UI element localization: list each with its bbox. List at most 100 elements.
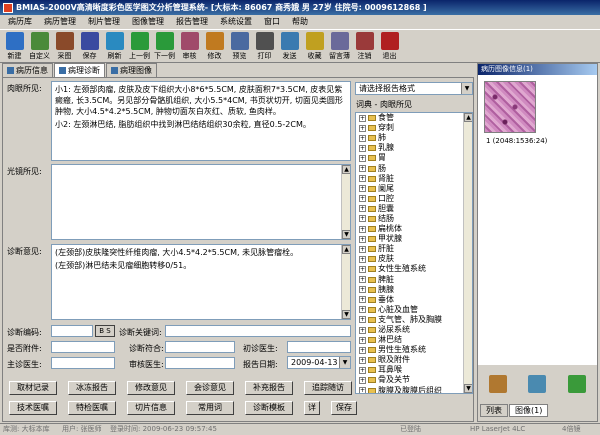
expand-icon[interactable]: + <box>359 255 366 263</box>
scroll-down-icon[interactable]: ▼ <box>464 384 472 393</box>
scroll-up-icon[interactable]: ▲ <box>342 165 350 174</box>
scroll-up-icon[interactable]: ▲ <box>464 113 472 122</box>
dictionary-item[interactable]: + 食管 <box>356 113 472 123</box>
expand-icon[interactable]: + <box>359 165 366 173</box>
expand-icon[interactable]: + <box>359 376 366 384</box>
expand-icon[interactable]: + <box>359 286 366 294</box>
toolbar-button-preview[interactable]: 预览 <box>227 30 252 63</box>
tab-list[interactable]: 列表 <box>480 404 508 417</box>
expand-icon[interactable]: + <box>359 235 366 243</box>
tab-images[interactable]: 图像(1) <box>509 404 549 417</box>
menu-item-case-library[interactable]: 病历库 <box>2 15 38 29</box>
expand-icon[interactable]: + <box>359 306 366 314</box>
dictionary-item[interactable]: + 脾脏 <box>356 275 472 285</box>
expand-icon[interactable]: + <box>359 124 366 132</box>
dictionary-item[interactable]: + 男性生殖系统 <box>356 345 472 355</box>
expand-icon[interactable]: + <box>359 366 366 374</box>
toolbar-button-favorite[interactable]: 收藏 <box>302 30 327 63</box>
expand-icon[interactable]: + <box>359 134 366 142</box>
menu-item-help[interactable]: 帮助 <box>286 15 314 29</box>
dictionary-item[interactable]: + 心脏及血管 <box>356 305 472 315</box>
dictionary-item[interactable]: + 胰腺 <box>356 285 472 295</box>
recycle-bin-icon[interactable] <box>568 375 587 393</box>
toolbar-button-next[interactable]: 下一例 <box>152 30 177 63</box>
dictionary-item[interactable]: + 肺 <box>356 133 472 143</box>
toolbar-button-save[interactable]: 保存 <box>77 30 102 63</box>
expand-icon[interactable]: + <box>359 215 366 223</box>
buttons-row2-button-0[interactable]: 技术医嘱 <box>9 401 57 415</box>
toolbar-button-edit[interactable]: 修改 <box>202 30 227 63</box>
toolbar-button-custom[interactable]: 自定义 <box>27 30 52 63</box>
dictionary-item[interactable]: + 泌尿系统 <box>356 325 472 335</box>
attending-doctor-field[interactable] <box>51 357 115 369</box>
diagnosis-match-field[interactable] <box>165 341 235 353</box>
dictionary-item[interactable]: + 肠 <box>356 163 472 173</box>
chevron-down-icon[interactable]: ▼ <box>339 357 350 368</box>
toolbar-button-message[interactable]: 留言薄 <box>327 30 352 63</box>
dictionary-item[interactable]: + 甲状腺 <box>356 234 472 244</box>
report-format-select[interactable]: 请选择报告格式 ▼ <box>355 82 473 95</box>
scroll-down-icon[interactable]: ▼ <box>342 230 350 239</box>
buttons-row2-button-2[interactable]: 切片信息 <box>127 401 175 415</box>
expand-icon[interactable]: + <box>359 154 366 162</box>
dictionary-tree[interactable]: ▲ ▼ + 食管 + 穿刺 + 肺 + 乳腺 + 胃 + 肠 + 肾脏 + 阑尾 + 口腔 + 胆囊 + 结肠 + 扁桃体 + 甲状腺… <box>355 112 473 394</box>
dictionary-item[interactable]: + 支气管、肺及胸膜 <box>356 315 472 325</box>
expand-icon[interactable]: + <box>359 245 366 253</box>
microscopy-scrollbar[interactable]: ▲ ▼ <box>341 165 350 239</box>
diagnosis-textarea[interactable]: (左颈部)皮肤隆突性纤维肉瘤, 大小4.5*4.2*5.5CM, 未见脉管瘤栓。… <box>51 244 351 320</box>
dictionary-item[interactable]: + 结肠 <box>356 214 472 224</box>
dictionary-item[interactable]: + 肾脏 <box>356 174 472 184</box>
dictionary-item[interactable]: + 腹膜及腹膜后组织 <box>356 386 472 393</box>
expand-icon[interactable]: + <box>359 346 366 354</box>
buttons-row1-button-0[interactable]: 取材记录 <box>9 381 57 395</box>
toolbar-button-send[interactable]: 发送 <box>277 30 302 63</box>
dictionary-item[interactable]: + 耳鼻喉 <box>356 365 472 375</box>
expand-icon[interactable]: + <box>359 185 366 193</box>
expand-icon[interactable]: + <box>359 175 366 183</box>
dictionary-item[interactable]: + 胃 <box>356 153 472 163</box>
chevron-down-icon[interactable]: ▼ <box>461 83 472 94</box>
expand-icon[interactable]: + <box>359 144 366 152</box>
dictionary-item[interactable]: + 女性生殖系统 <box>356 264 472 274</box>
diagnosis-scrollbar[interactable]: ▲ ▼ <box>341 245 350 319</box>
image-thumbnail[interactable] <box>484 81 536 133</box>
dictionary-item[interactable]: + 骨及关节 <box>356 375 472 385</box>
expand-icon[interactable]: + <box>359 316 366 324</box>
buttons-row1-button-5[interactable]: 追踪随访 <box>304 381 352 395</box>
expand-icon[interactable]: + <box>359 114 366 122</box>
buttons-row2-button-6[interactable]: 保存 <box>331 401 357 415</box>
menu-item-image-management[interactable]: 图像管理 <box>126 15 170 29</box>
toolbar-button-capture[interactable]: 采图 <box>52 30 77 63</box>
expand-icon[interactable]: + <box>359 205 366 213</box>
microscopy-textarea[interactable]: ▲ ▼ <box>51 164 351 240</box>
reviewer-doctor-field[interactable] <box>165 357 235 369</box>
expand-icon[interactable]: + <box>359 225 366 233</box>
tab-pathology-images[interactable]: 病理图像 <box>106 63 157 77</box>
expand-icon[interactable]: + <box>359 387 366 393</box>
buttons-row2-button-3[interactable]: 常用词 <box>186 401 234 415</box>
expand-icon[interactable]: + <box>359 195 366 203</box>
dictionary-item[interactable]: + 扁桃体 <box>356 224 472 234</box>
toolbar-button-approve[interactable]: 审核 <box>177 30 202 63</box>
dictionary-item[interactable]: + 阑尾 <box>356 184 472 194</box>
menu-item-case-management[interactable]: 病历管理 <box>38 15 82 29</box>
buttons-row1-button-1[interactable]: 冰冻报告 <box>68 381 116 395</box>
expand-icon[interactable]: + <box>359 296 366 304</box>
expand-icon[interactable]: + <box>359 276 366 284</box>
expand-icon[interactable]: + <box>359 336 366 344</box>
diagnosis-keyword-field[interactable] <box>165 325 351 337</box>
buttons-row1-button-4[interactable]: 补充报告 <box>245 381 293 395</box>
dictionary-item[interactable]: + 乳腺 <box>356 143 472 153</box>
gross-findings-textarea[interactable]: 小1: 左颈部肉瘤, 皮肤及皮下组织大小8*6*5.5CM, 皮肤面积7*3.5… <box>51 81 351 161</box>
dictionary-item[interactable]: + 皮肤 <box>356 254 472 264</box>
toolbar-button-logout[interactable]: 注销 <box>352 30 377 63</box>
folder-icon[interactable] <box>488 375 507 393</box>
toolbar-button-new-file[interactable]: 新建 <box>2 30 27 63</box>
scroll-down-icon[interactable]: ▼ <box>342 310 350 319</box>
dictionary-scrollbar[interactable]: ▲ ▼ <box>463 113 472 393</box>
camera-icon[interactable] <box>528 375 547 393</box>
dictionary-item[interactable]: + 穿刺 <box>356 123 472 133</box>
menu-item-slide-management[interactable]: 制片管理 <box>82 15 126 29</box>
menu-item-window[interactable]: 窗口 <box>258 15 286 29</box>
code-lookup-button[interactable]: B S <box>95 325 115 337</box>
